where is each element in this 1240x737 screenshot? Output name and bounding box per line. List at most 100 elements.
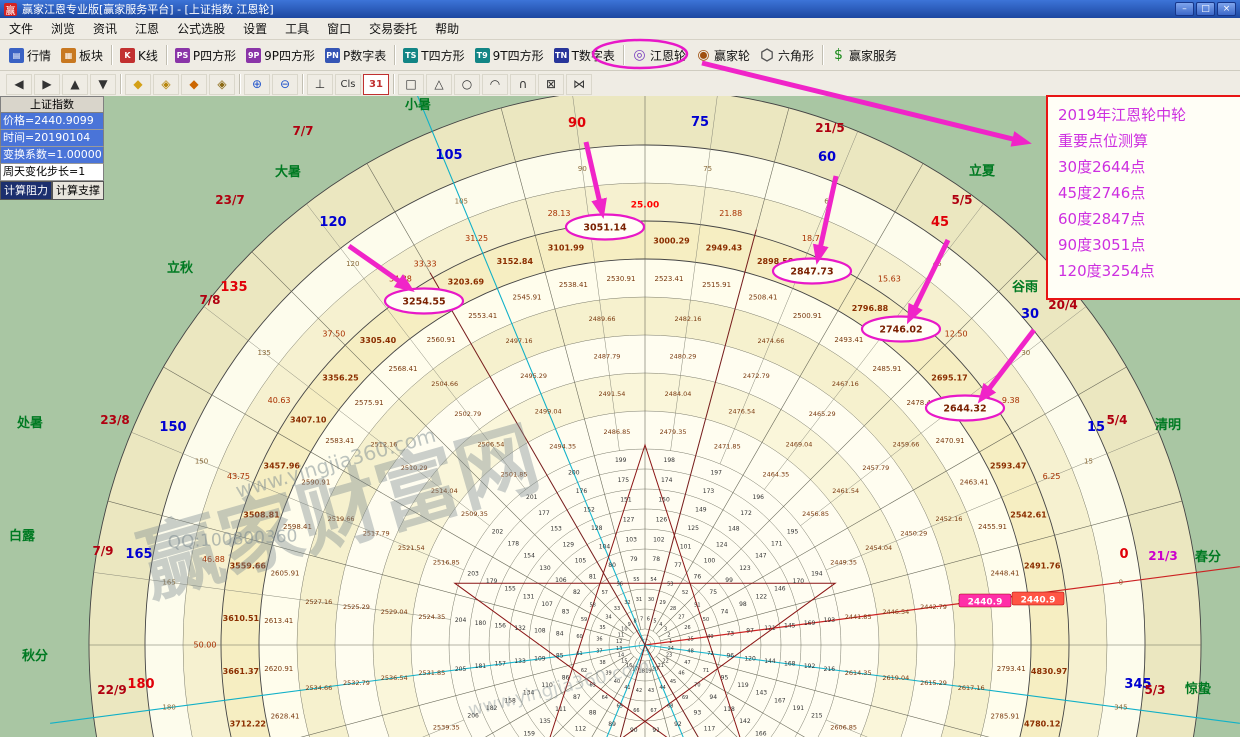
circled-value: 3051.14 <box>583 223 627 234</box>
p-table-icon: PN <box>325 48 340 63</box>
menu-item-3[interactable]: 江恩 <box>126 18 168 39</box>
info-button-1[interactable]: 计算支撑 <box>52 181 104 200</box>
svg-text:35: 35 <box>599 625 605 631</box>
svg-text:34: 34 <box>605 614 611 620</box>
svg-text:3610.51: 3610.51 <box>223 614 260 623</box>
svg-text:5: 5 <box>653 618 656 624</box>
svg-text:95: 95 <box>721 674 729 681</box>
toolbar-hexagon-button[interactable]: 六角形 <box>755 45 819 66</box>
svg-text:83: 83 <box>562 609 570 616</box>
menu-item-2[interactable]: 资讯 <box>84 18 126 39</box>
svg-text:34.38: 34.38 <box>389 275 412 284</box>
svg-text:179: 179 <box>486 578 498 585</box>
svg-text:199: 199 <box>615 457 627 464</box>
down-icon[interactable]: ▼ <box>90 74 116 95</box>
toolbar-quotes-button[interactable]: ▤行情 <box>4 45 56 66</box>
arc-tool-icon[interactable]: ◠ <box>482 74 508 95</box>
svg-text:2524.35: 2524.35 <box>418 613 445 621</box>
svg-text:122: 122 <box>756 593 768 600</box>
menu-item-8[interactable]: 交易委托 <box>360 18 426 39</box>
menu-item-4[interactable]: 公式选股 <box>168 18 234 39</box>
diamond4-icon[interactable]: ◈ <box>209 74 235 95</box>
svg-text:2619.04: 2619.04 <box>882 674 909 682</box>
svg-text:85: 85 <box>556 653 564 660</box>
svg-text:112: 112 <box>575 726 587 733</box>
toolbar-winner-wheel-button[interactable]: ◉赢家轮 <box>691 45 755 66</box>
annotation-line-6: 120度3254点 <box>1058 258 1240 284</box>
cls-icon[interactable]: Cls <box>335 74 361 95</box>
date-label: 20/4 <box>1048 298 1077 312</box>
close-button[interactable]: × <box>1217 2 1236 16</box>
menu-item-7[interactable]: 窗口 <box>318 18 360 39</box>
toolbar-winner-service-button[interactable]: $赢家服务 <box>826 45 902 66</box>
svg-text:2545.91: 2545.91 <box>513 293 542 301</box>
svg-text:2785.91: 2785.91 <box>990 713 1019 721</box>
toolbar-t-table-button[interactable]: TNT数字表 <box>549 45 620 66</box>
svg-text:2: 2 <box>667 633 670 639</box>
toolbar-9t-square-button[interactable]: T99T四方形 <box>470 45 549 66</box>
hexagon-label: 六角形 <box>778 47 814 64</box>
angle-label-150: 150 <box>159 420 186 435</box>
svg-text:98: 98 <box>739 601 747 608</box>
svg-text:120: 120 <box>346 260 359 268</box>
svg-text:173: 173 <box>703 488 715 495</box>
prev-icon[interactable]: ◀ <box>6 74 32 95</box>
quotes-icon: ▤ <box>9 48 24 63</box>
svg-text:28: 28 <box>670 606 676 612</box>
menu-item-9[interactable]: 帮助 <box>426 18 468 39</box>
info-button-0[interactable]: 计算阻力 <box>0 181 52 200</box>
maximize-button[interactable]: □ <box>1196 2 1215 16</box>
svg-text:51: 51 <box>694 602 700 608</box>
up-icon[interactable]: ▲ <box>62 74 88 95</box>
zoom-in-icon[interactable]: ⊕ <box>244 74 270 95</box>
circle-tool-icon[interactable]: ○ <box>454 74 480 95</box>
svg-text:126: 126 <box>656 517 668 524</box>
next-icon[interactable]: ▶ <box>34 74 60 95</box>
toolbar-p-square-button[interactable]: PSP四方形 <box>170 45 241 66</box>
svg-text:2553.41: 2553.41 <box>468 312 497 320</box>
menu-item-0[interactable]: 文件 <box>0 18 42 39</box>
svg-text:150: 150 <box>195 457 208 465</box>
toolbar-separator <box>239 74 240 94</box>
toolbar-separator <box>302 74 303 94</box>
calendar-icon[interactable]: 31 <box>363 74 389 95</box>
svg-text:57: 57 <box>602 590 608 596</box>
select-tool-icon[interactable]: ⋈ <box>566 74 592 95</box>
svg-text:46: 46 <box>678 671 684 677</box>
svg-text:2593.47: 2593.47 <box>990 461 1026 470</box>
menu-item-6[interactable]: 工具 <box>276 18 318 39</box>
rect-tool-icon[interactable]: □ <box>398 74 424 95</box>
toolbar-p-table-button[interactable]: PNP数字表 <box>320 45 391 66</box>
toolbar-gann-wheel-button[interactable]: ◎江恩轮 <box>627 45 691 66</box>
diamond1-icon[interactable]: ◆ <box>125 74 151 95</box>
toolbar-separator <box>822 45 823 65</box>
angle-label-30: 30 <box>1021 307 1039 322</box>
toolbar-sectors-button[interactable]: ▦板块 <box>56 45 108 66</box>
svg-text:6.25: 6.25 <box>1043 472 1061 481</box>
svg-text:12.50: 12.50 <box>945 329 968 338</box>
svg-text:88: 88 <box>589 710 597 717</box>
grid-tool-icon[interactable]: ⊠ <box>538 74 564 95</box>
menu-item-5[interactable]: 设置 <box>234 18 276 39</box>
zoom-out-icon[interactable]: ⊖ <box>272 74 298 95</box>
svg-text:26: 26 <box>684 625 690 631</box>
svg-text:152: 152 <box>583 507 595 514</box>
angle-label-105: 105 <box>435 148 462 163</box>
minimize-button[interactable]: – <box>1175 2 1194 16</box>
svg-text:22: 22 <box>662 658 668 664</box>
axis-icon[interactable]: ⊥ <box>307 74 333 95</box>
diamond3-icon[interactable]: ◆ <box>181 74 207 95</box>
triangle-tool-icon[interactable]: △ <box>426 74 452 95</box>
svg-text:147: 147 <box>755 553 767 560</box>
toolbar-9p-square-button[interactable]: 9P9P四方形 <box>241 45 320 66</box>
svg-text:2615.29: 2615.29 <box>920 679 947 687</box>
annotation-line-0: 2019年江恩轮中轮 <box>1058 102 1240 128</box>
diamond2-icon[interactable]: ◈ <box>153 74 179 95</box>
curve-tool-icon[interactable]: ∩ <box>510 74 536 95</box>
toolbar-kline-button[interactable]: KK线 <box>115 45 163 66</box>
menu-item-1[interactable]: 浏览 <box>42 18 84 39</box>
svg-text:7: 7 <box>640 617 643 623</box>
svg-text:2464.35: 2464.35 <box>762 470 789 478</box>
annotation-line-5: 90度3051点 <box>1058 232 1240 258</box>
toolbar-t-square-button[interactable]: TST四方形 <box>398 45 469 66</box>
